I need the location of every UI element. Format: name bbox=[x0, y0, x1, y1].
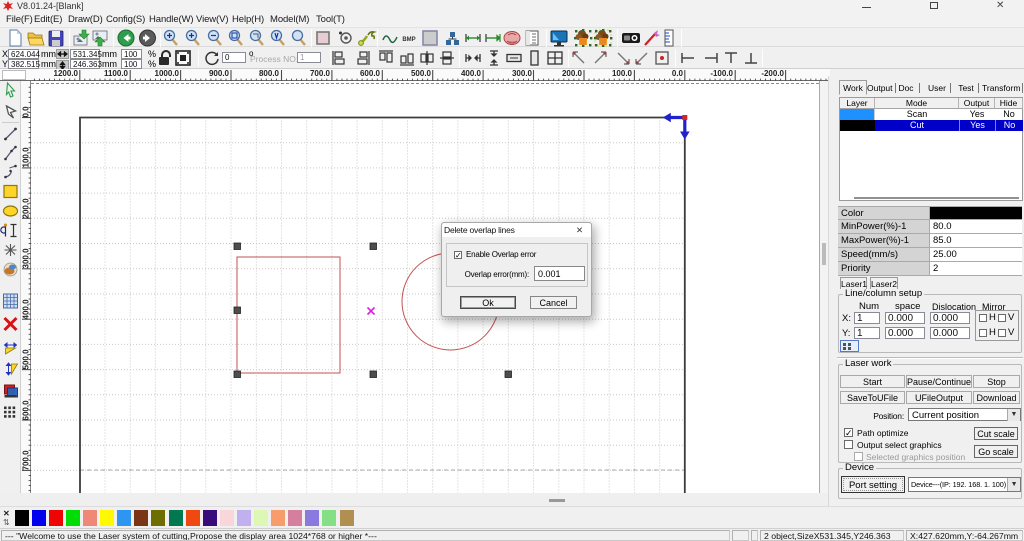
svg-text:BMP: BMP bbox=[402, 37, 415, 43]
